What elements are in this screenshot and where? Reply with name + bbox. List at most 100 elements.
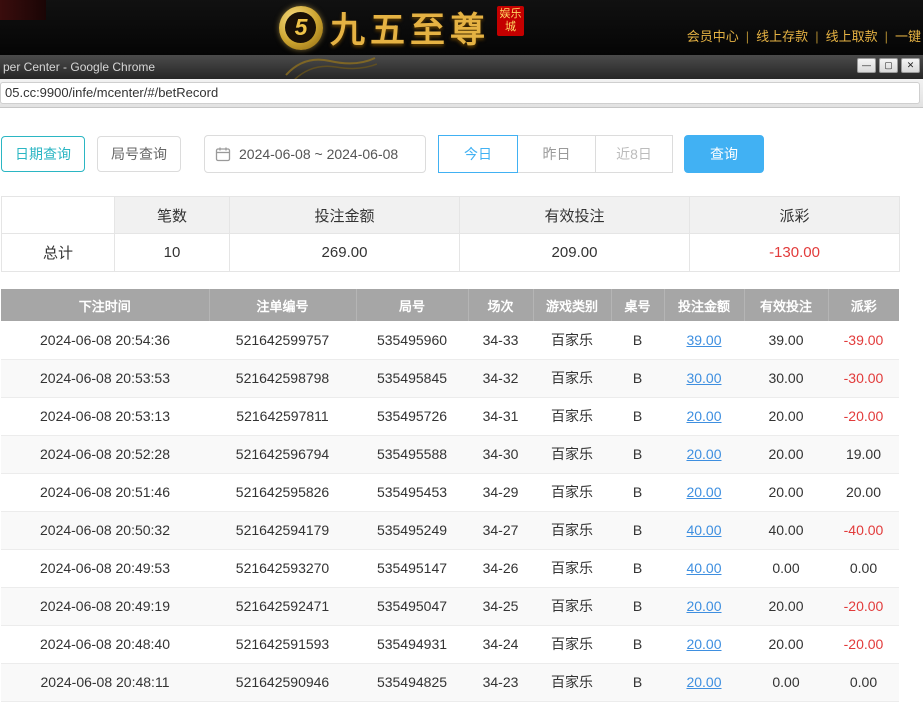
session-cell: 34-31 <box>468 397 533 435</box>
summary-col-valid: 有效投注 <box>460 197 690 234</box>
col-header-order-id: 注单编号 <box>209 289 356 321</box>
bet-time-cell: 2024-06-08 20:51:46 <box>1 473 209 511</box>
valid-bet-cell: 39.00 <box>744 321 828 359</box>
date-query-tab[interactable]: 日期查询 <box>1 136 85 172</box>
record-row: 2024-06-08 20:52:28521642596794535495588… <box>1 435 899 473</box>
bet-amount-link[interactable]: 30.00 <box>686 370 721 386</box>
yesterday-button[interactable]: 昨日 <box>517 135 596 173</box>
bet-time-cell: 2024-06-08 20:49:53 <box>1 549 209 587</box>
nav-member-center[interactable]: 会员中心 <box>687 29 739 44</box>
date-range-value: 2024-06-08 ~ 2024-06-08 <box>239 146 398 162</box>
nav-withdraw[interactable]: 线上取款 <box>826 29 878 44</box>
date-range-input[interactable]: 2024-06-08 ~ 2024-06-08 <box>204 135 426 173</box>
round-id-cell: 535495147 <box>356 549 468 587</box>
nav-deposit[interactable]: 线上存款 <box>756 29 808 44</box>
bet-amount-link[interactable]: 40.00 <box>686 560 721 576</box>
today-button[interactable]: 今日 <box>438 135 518 173</box>
game-type-cell: 百家乐 <box>533 435 611 473</box>
nav-separator: | <box>746 29 749 44</box>
bet-amount-link[interactable]: 40.00 <box>686 522 721 538</box>
col-header-payout: 派彩 <box>828 289 899 321</box>
bet-amount-cell: 20.00 <box>664 625 744 663</box>
game-type-cell: 百家乐 <box>533 511 611 549</box>
maximize-button[interactable]: ▢ <box>879 58 898 73</box>
order-id-cell: 521642598798 <box>209 359 356 397</box>
col-header-round-id: 局号 <box>356 289 468 321</box>
game-type-cell: 百家乐 <box>533 397 611 435</box>
window-controls: — ▢ ✕ <box>857 58 920 73</box>
bet-amount-link[interactable]: 39.00 <box>686 332 721 348</box>
nav-separator: | <box>885 29 888 44</box>
summary-col-bet: 投注金额 <box>230 197 460 234</box>
payout-cell: 20.00 <box>828 473 899 511</box>
col-header-bet-time: 下注时间 <box>1 289 209 321</box>
session-cell: 34-32 <box>468 359 533 397</box>
game-type-cell: 百家乐 <box>533 359 611 397</box>
game-type-cell: 百家乐 <box>533 663 611 701</box>
bet-amount-link[interactable]: 20.00 <box>686 598 721 614</box>
summary-total-label: 总计 <box>2 234 115 272</box>
session-cell: 34-33 <box>468 321 533 359</box>
table-no-cell: B <box>611 359 664 397</box>
bet-amount-link[interactable]: 20.00 <box>686 636 721 652</box>
bet-amount-link[interactable]: 20.00 <box>686 674 721 690</box>
record-row: 2024-06-08 20:48:11521642590946535494825… <box>1 663 899 701</box>
bet-time-cell: 2024-06-08 20:49:19 <box>1 587 209 625</box>
bet-amount-cell: 39.00 <box>664 321 744 359</box>
payout-cell: -20.00 <box>828 587 899 625</box>
bet-time-cell: 2024-06-08 20:52:28 <box>1 435 209 473</box>
order-id-cell: 521642597811 <box>209 397 356 435</box>
payout-cell: -20.00 <box>828 397 899 435</box>
session-cell: 34-24 <box>468 625 533 663</box>
valid-bet-cell: 20.00 <box>744 435 828 473</box>
summary-valid-value: 209.00 <box>460 234 690 272</box>
quick-range-group: 今日 昨日 近8日 <box>438 135 673 173</box>
nav-one-key[interactable]: 一键 <box>895 29 921 44</box>
round-id-cell: 535494931 <box>356 625 468 663</box>
round-id-cell: 535495726 <box>356 397 468 435</box>
browser-title-bar: per Center - Google Chrome — ▢ ✕ <box>0 55 923 79</box>
summary-total-row: 总计 10 269.00 209.00 -130.00 <box>2 234 900 272</box>
col-header-game-type: 游戏类别 <box>533 289 611 321</box>
round-id-cell: 535495845 <box>356 359 468 397</box>
bet-amount-link[interactable]: 20.00 <box>686 446 721 462</box>
col-header-table-no: 桌号 <box>611 289 664 321</box>
payout-cell: -20.00 <box>828 625 899 663</box>
order-id-cell: 521642593270 <box>209 549 356 587</box>
summary-col-payout: 派彩 <box>690 197 900 234</box>
order-id-cell: 521642591593 <box>209 625 356 663</box>
game-type-cell: 百家乐 <box>533 625 611 663</box>
window-title: per Center - Google Chrome <box>3 60 155 74</box>
url-input[interactable]: 05.cc:9900/infe/mcenter/#/betRecord <box>0 82 920 104</box>
order-id-cell: 521642596794 <box>209 435 356 473</box>
payout-cell: -40.00 <box>828 511 899 549</box>
bet-time-cell: 2024-06-08 20:50:32 <box>1 511 209 549</box>
round-id-cell: 535495453 <box>356 473 468 511</box>
col-header-session: 场次 <box>468 289 533 321</box>
coin-digit: 5 <box>285 12 316 43</box>
minimize-button[interactable]: — <box>857 58 876 73</box>
session-cell: 34-25 <box>468 587 533 625</box>
table-no-cell: B <box>611 397 664 435</box>
bet-amount-link[interactable]: 20.00 <box>686 484 721 500</box>
bet-amount-link[interactable]: 20.00 <box>686 408 721 424</box>
screen: 5 九五至尊 娱乐城 会员中心|线上存款|线上取款|一键 per Center … <box>0 0 923 726</box>
site-logo: 5 九五至尊 娱乐城 <box>279 2 524 53</box>
summary-count-value: 10 <box>115 234 230 272</box>
table-no-cell: B <box>611 511 664 549</box>
summary-table: 笔数 投注金额 有效投注 派彩 总计 10 269.00 209.00 -130… <box>1 196 900 272</box>
order-id-cell: 521642592471 <box>209 587 356 625</box>
bet-records-table: 下注时间 注单编号 局号 场次 游戏类别 桌号 投注金额 有效投注 派彩 202… <box>1 289 899 702</box>
valid-bet-cell: 0.00 <box>744 549 828 587</box>
filter-toolbar: 日期查询 局号查询 2024-06-08 ~ 2024-06-08 今日 昨日 … <box>1 135 898 173</box>
search-button[interactable]: 查询 <box>684 135 764 173</box>
bet-time-cell: 2024-06-08 20:53:53 <box>1 359 209 397</box>
coin-logo-icon: 5 <box>279 6 323 50</box>
round-id-cell: 535495588 <box>356 435 468 473</box>
close-button[interactable]: ✕ <box>901 58 920 73</box>
session-cell: 34-29 <box>468 473 533 511</box>
summary-payout-value: -130.00 <box>690 234 900 272</box>
last-8-days-button[interactable]: 近8日 <box>595 135 673 173</box>
round-query-tab[interactable]: 局号查询 <box>97 136 181 172</box>
banner-corner-decor <box>0 0 46 20</box>
